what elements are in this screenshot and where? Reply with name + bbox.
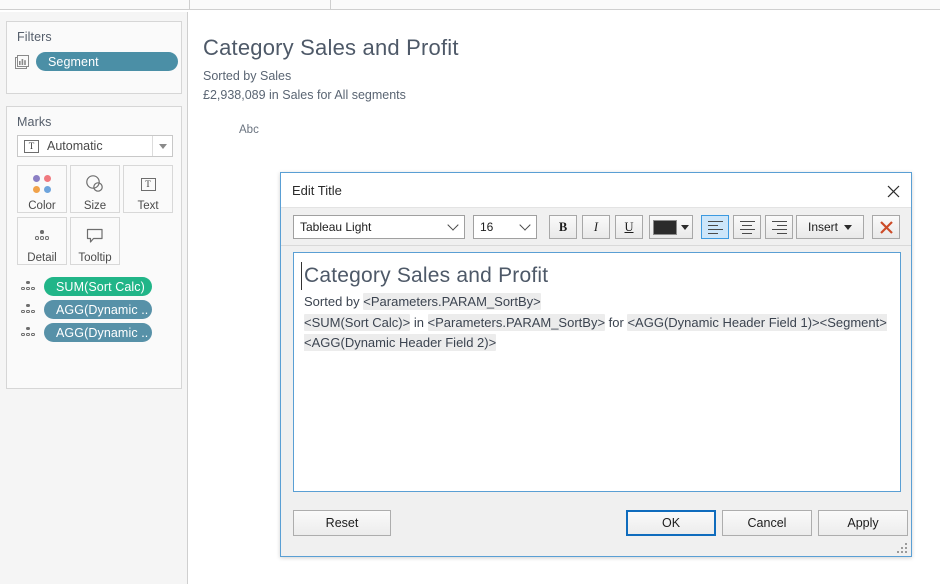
editor-token-sum-sort-calc: <SUM(Sort Calc)> [304, 314, 410, 331]
text-cursor [301, 262, 302, 290]
worksheet-subtitle-sorted-by: Sorted by Sales [203, 69, 291, 83]
editor-line2-prefix: Sorted by [304, 294, 363, 309]
font-family-select[interactable]: Tableau Light [293, 215, 465, 239]
editor-line-3: <SUM(Sort Calc)> in <Parameters.PARAM_So… [304, 313, 888, 353]
insert-label: Insert [808, 220, 838, 234]
marks-tooltip-label: Tooltip [78, 252, 111, 264]
filter-shelf-row[interactable]: Segment [7, 44, 181, 71]
chevron-down-icon [519, 219, 530, 230]
ok-button[interactable]: OK [626, 510, 716, 536]
text-box-icon: T [141, 171, 156, 197]
marks-pill-agg-dynamic-1[interactable]: AGG(Dynamic .. [44, 300, 152, 319]
edit-title-dialog: Edit Title Tableau Light 16 B I U [280, 172, 912, 557]
cancel-button[interactable]: Cancel [722, 510, 812, 536]
marks-size-button[interactable]: Size [70, 165, 120, 213]
editor-line-2: Sorted by <Parameters.PARAM_SortBy> [304, 292, 888, 312]
align-center-icon[interactable] [733, 215, 761, 239]
marks-color-button[interactable]: Color [17, 165, 67, 213]
editor-line3-mid-a: in [410, 315, 427, 330]
top-panel-divider-2 [330, 0, 331, 10]
marks-detail-button[interactable]: Detail [17, 217, 67, 265]
marks-color-label: Color [28, 200, 55, 212]
marks-detail-label: Detail [27, 252, 56, 264]
marks-card-title: Marks [7, 107, 181, 129]
chevron-down-icon [681, 225, 689, 230]
chevron-down-icon [447, 219, 458, 230]
editor-line3-mid-b: for [605, 315, 627, 330]
mark-type-label: Automatic [47, 139, 103, 153]
chevron-down-icon [844, 225, 852, 230]
marks-tooltip-button[interactable]: Tooltip [70, 217, 120, 265]
editor-token-param-sortby: <Parameters.PARAM_SortBy> [363, 293, 541, 310]
resize-grip-icon[interactable] [896, 542, 907, 553]
filters-card: Filters Segment [6, 21, 182, 94]
text-mark-icon: T [24, 140, 39, 153]
marks-shelf-pill-row[interactable]: AGG(Dynamic .. [19, 300, 152, 319]
marks-pill-agg-dynamic-2[interactable]: AGG(Dynamic .. [44, 323, 152, 342]
filters-card-title: Filters [7, 22, 181, 44]
dialog-title: Edit Title [292, 183, 342, 198]
bold-button[interactable]: B [549, 215, 577, 239]
filter-pill-segment[interactable]: Segment [36, 52, 178, 71]
marks-shelf-pill-row[interactable]: SUM(Sort Calc) [19, 277, 152, 296]
align-right-icon[interactable] [765, 215, 793, 239]
detail-dots-icon [19, 326, 37, 340]
dialog-footer: Reset OK Cancel Apply [281, 500, 911, 556]
detail-dots-icon [19, 280, 37, 294]
font-color-picker[interactable] [649, 215, 693, 239]
detail-dots-icon [19, 303, 37, 317]
chevron-down-icon[interactable] [152, 136, 172, 156]
detail-dots-icon [33, 223, 51, 249]
align-left-icon[interactable] [701, 215, 729, 239]
marks-text-label: Text [137, 200, 158, 212]
reset-button[interactable]: Reset [293, 510, 391, 536]
font-size-select[interactable]: 16 [473, 215, 537, 239]
close-icon[interactable] [881, 179, 905, 203]
marks-size-label: Size [84, 200, 106, 212]
worksheet-abc-mark: Abc [239, 124, 259, 136]
marks-card: Marks T Automatic Color Si [6, 106, 182, 389]
editor-heading-line: Category Sales and Profit [304, 261, 892, 291]
title-text-editor[interactable]: Category Sales and Profit Sorted by <Par… [293, 252, 901, 492]
worksheet-subtitle-sales-total: £2,938,089 in Sales for All segments [203, 88, 406, 102]
red-x-icon[interactable] [872, 215, 900, 239]
underline-button[interactable]: U [615, 215, 643, 239]
marks-text-button[interactable]: T Text [123, 165, 173, 213]
color-dots-icon [33, 171, 51, 197]
font-size-value: 16 [480, 220, 493, 234]
mark-type-dropdown[interactable]: T Automatic [17, 135, 173, 157]
dialog-toolbar: Tableau Light 16 B I U [281, 208, 911, 246]
size-circles-icon [84, 171, 106, 197]
italic-button[interactable]: I [582, 215, 610, 239]
top-panel-divider-1 [189, 0, 190, 10]
editor-token-param-sortby-2: <Parameters.PARAM_SortBy> [428, 314, 606, 331]
sidebar: Filters Segment Marks T Aut [0, 12, 188, 584]
font-family-value: Tableau Light [300, 220, 371, 234]
tooltip-bubble-icon [85, 223, 105, 249]
font-color-swatch [653, 220, 677, 235]
dimension-filter-icon [15, 55, 29, 69]
app-root: Filters Segment Marks T Aut [0, 0, 940, 584]
top-panel-strip [0, 0, 940, 10]
marks-pill-sum-sort-calc[interactable]: SUM(Sort Calc) [44, 277, 152, 296]
page-title[interactable]: Category Sales and Profit [203, 35, 459, 61]
insert-button[interactable]: Insert [796, 215, 864, 239]
dialog-titlebar: Edit Title [281, 173, 911, 208]
marks-shelf-pill-row[interactable]: AGG(Dynamic .. [19, 323, 152, 342]
apply-button[interactable]: Apply [818, 510, 908, 536]
